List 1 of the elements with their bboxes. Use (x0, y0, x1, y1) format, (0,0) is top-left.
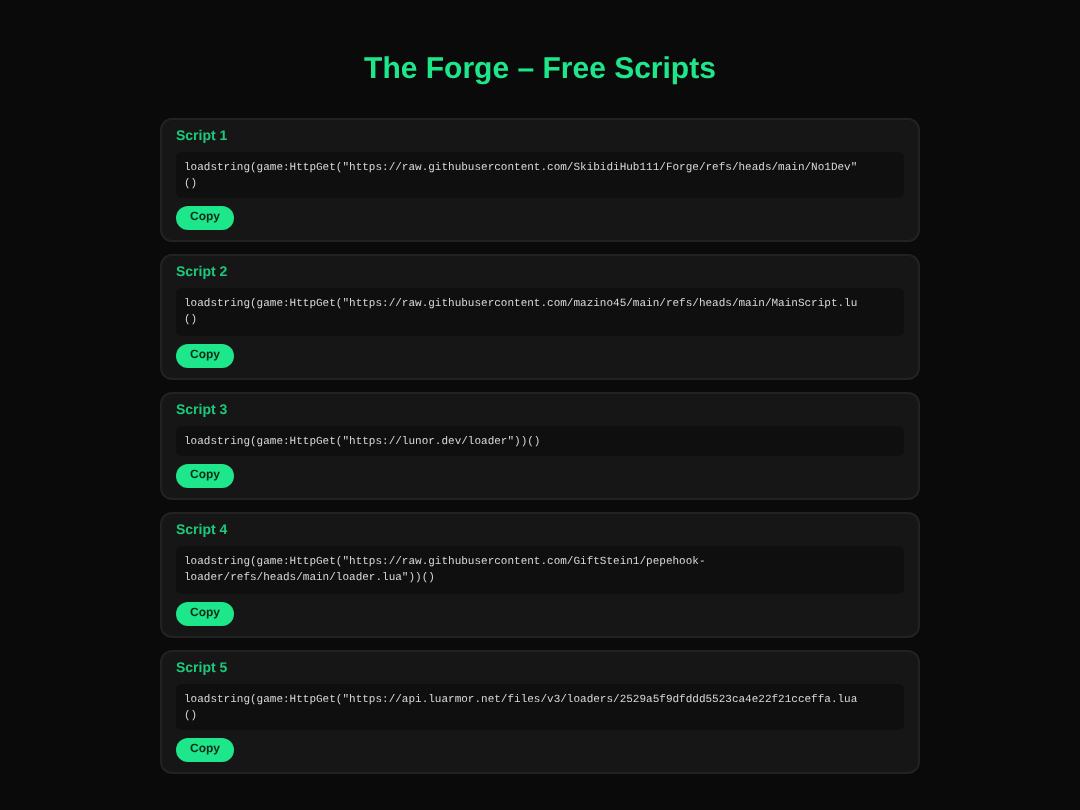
page-title: The Forge – Free Scripts (362, 52, 718, 86)
